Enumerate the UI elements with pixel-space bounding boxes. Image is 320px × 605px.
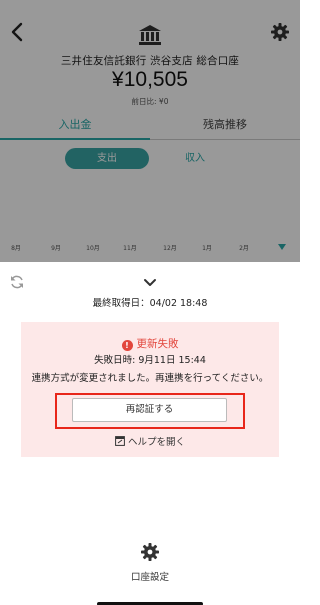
reauthenticate-button[interactable]: 再認証する xyxy=(72,398,227,422)
gear-icon xyxy=(141,543,159,561)
back-button[interactable] xyxy=(6,20,30,44)
chart-month-axis: 8月 9月 10月 11月 12月 1月 2月 xyxy=(0,243,300,255)
tab-transactions[interactable]: 入出金 xyxy=(0,112,150,140)
update-status-sheet: 最終取得日：04/02 18:48 ! 更新失敗 失敗日時: 9月11日 15:4… xyxy=(0,262,300,605)
open-help-link[interactable]: ヘルプを開く xyxy=(21,434,279,448)
settings-gear-button[interactable] xyxy=(270,22,290,42)
month-label: 8月 xyxy=(11,245,21,252)
chevron-down-icon xyxy=(144,279,156,286)
month-label: 1月 xyxy=(202,245,212,252)
previous-day-diff: 前日比: ¥0 xyxy=(131,97,169,106)
account-detail-screen: 三井住友信託銀行 渋谷支店 総合口座 ¥10,505 前日比: ¥0 入出金 残… xyxy=(0,0,300,262)
current-month-marker xyxy=(278,244,286,250)
refresh-button[interactable] xyxy=(9,274,25,290)
error-title: ! 更新失敗 xyxy=(21,336,279,351)
tab-bar: 入出金 残高推移 xyxy=(0,112,300,140)
error-message: 連携方式が変更されました。再連携を行ってください。 xyxy=(31,373,269,384)
month-label: 11月 xyxy=(123,245,137,252)
account-balance: ¥10,505 xyxy=(112,68,188,91)
month-label: 9月 xyxy=(51,245,61,252)
update-error-panel: ! 更新失敗 失敗日時: 9月11日 15:44 連携方式が変更されました。再連携… xyxy=(21,322,279,457)
account-settings-label[interactable]: 口座設定 xyxy=(0,569,300,583)
chevron-left-icon xyxy=(11,22,23,42)
error-title-text: 更新失敗 xyxy=(136,338,179,350)
gear-icon xyxy=(271,23,289,41)
external-link-icon xyxy=(115,436,125,446)
account-name: 三井住友信託銀行 渋谷支店 総合口座 xyxy=(60,55,240,67)
alert-icon: ! xyxy=(121,340,133,351)
segment-income[interactable]: 収入 xyxy=(160,148,230,169)
segment-expense[interactable]: 支出 xyxy=(65,148,149,169)
open-help-label: ヘルプを開く xyxy=(127,437,185,448)
month-label: 10月 xyxy=(86,245,100,252)
month-label: 2月 xyxy=(239,245,249,252)
last-fetch-date: 最終取得日：04/02 18:48 xyxy=(92,298,208,309)
collapse-sheet-button[interactable] xyxy=(143,274,157,286)
tab-balance-history[interactable]: 残高推移 xyxy=(150,112,300,140)
error-time: 失敗日時: 9月11日 15:44 xyxy=(94,355,206,366)
account-settings-button[interactable] xyxy=(140,542,160,562)
bank-icon xyxy=(138,24,162,46)
refresh-icon xyxy=(11,275,23,289)
month-label: 12月 xyxy=(163,245,177,252)
